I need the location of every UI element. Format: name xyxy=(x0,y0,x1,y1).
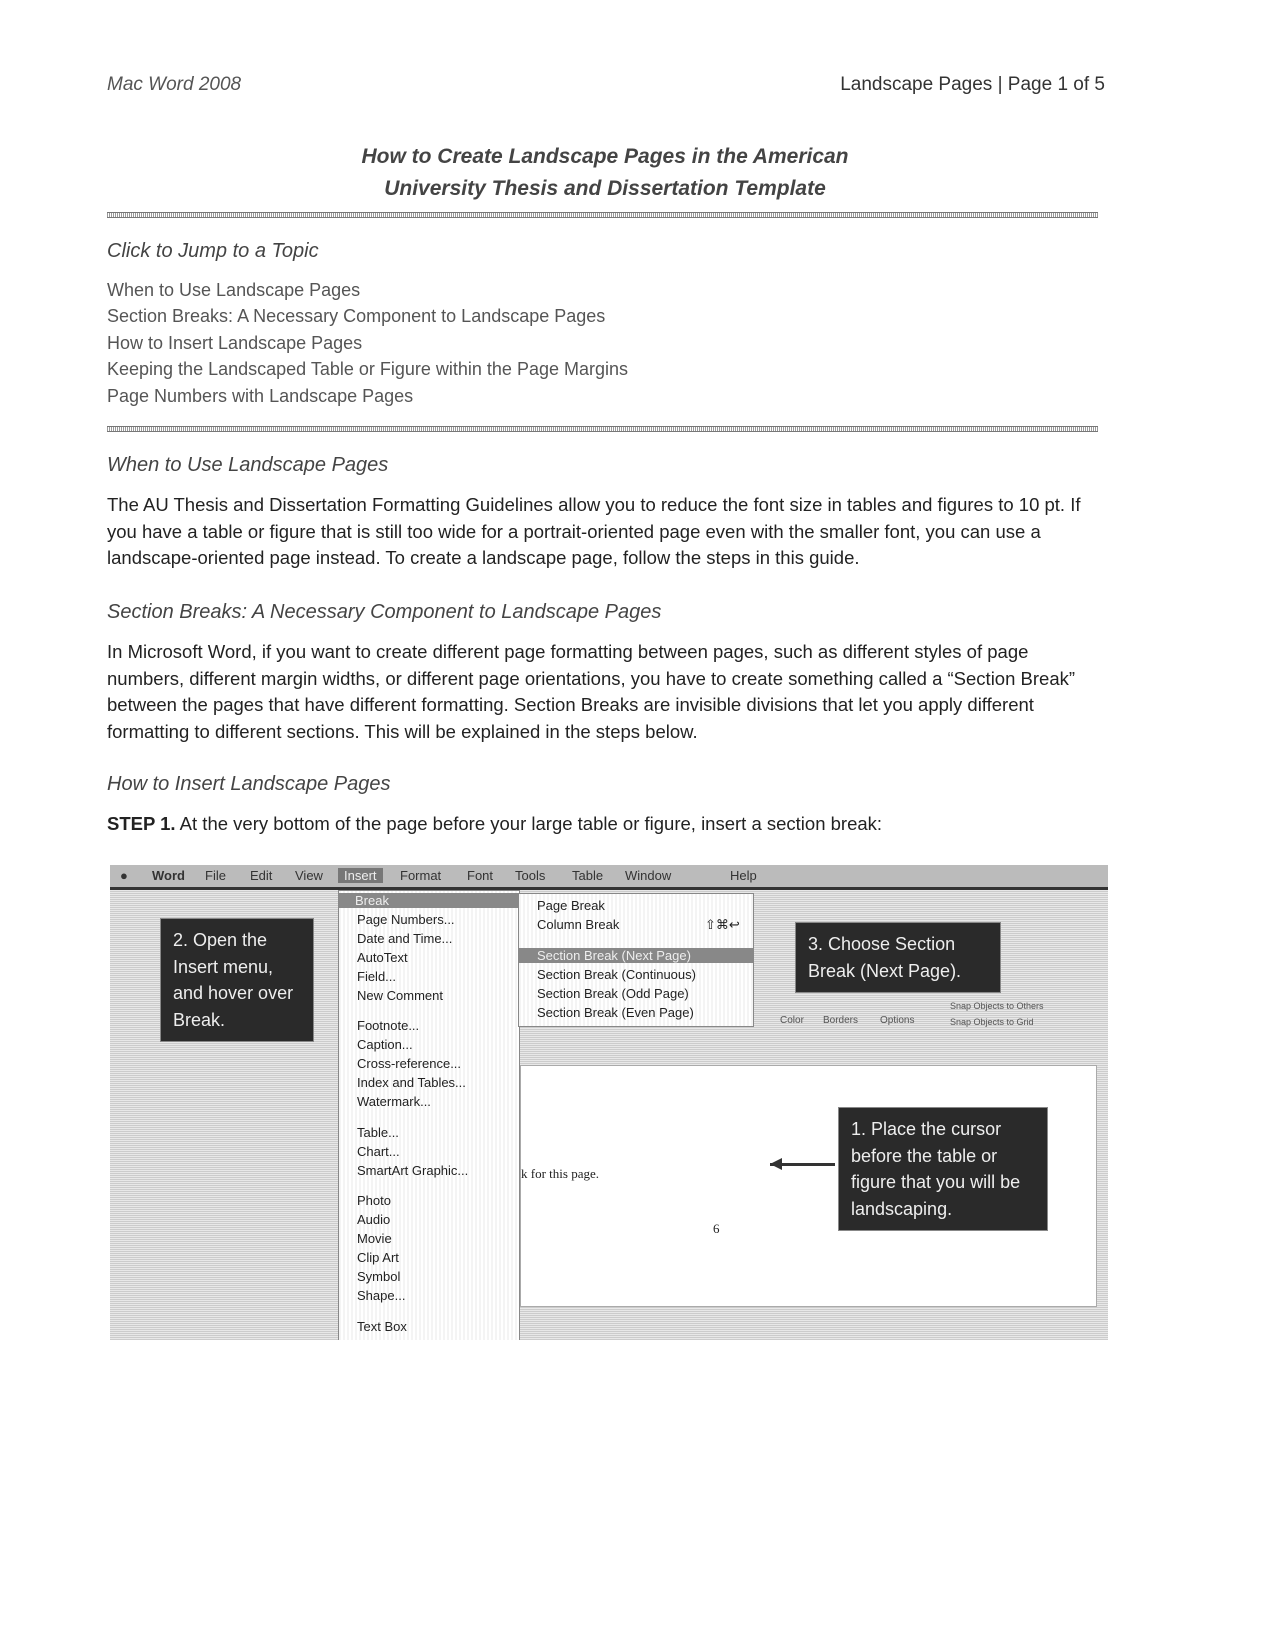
menu-item: New Comment xyxy=(357,988,443,1003)
menu-item: Watermark... xyxy=(357,1094,431,1109)
submenu-item: Column Break xyxy=(537,917,620,932)
menu-item: Table... xyxy=(357,1125,399,1140)
ribbon-label: Color xyxy=(780,1015,804,1026)
divider xyxy=(107,212,1098,218)
step-1: STEP 1. At the very bottom of the page b… xyxy=(107,811,1107,838)
header-left: Mac Word 2008 xyxy=(107,74,242,95)
menu-item: AutoText xyxy=(357,950,408,965)
menu-format: Format xyxy=(400,868,442,883)
menu-item: Chart... xyxy=(357,1144,400,1159)
menu-item: Caption... xyxy=(357,1037,413,1052)
menu-bar: ● Word File Edit View Insert Format Font… xyxy=(110,865,1108,890)
menu-help: Help xyxy=(730,868,757,883)
menu-item: Date and Time... xyxy=(357,931,453,946)
submenu-item: Section Break (Even Page) xyxy=(537,1005,694,1020)
menu-item: Page Numbers... xyxy=(357,912,455,927)
document-page: Mac Word 2008 Landscape Pages | Page 1 o… xyxy=(0,0,1275,1650)
menu-edit: Edit xyxy=(250,868,273,883)
ribbon-label: Snap Objects to Grid xyxy=(950,1017,1034,1027)
menu-item: Clip Art xyxy=(357,1250,399,1265)
menu-file: File xyxy=(205,868,226,883)
menu-item: Movie xyxy=(357,1231,392,1246)
menu-item: Footnote... xyxy=(357,1018,420,1033)
menu-table: Table xyxy=(572,868,604,883)
submenu-item: Section Break (Odd Page) xyxy=(537,986,689,1001)
ribbon-label: Snap Objects to Others xyxy=(950,1001,1044,1011)
toc-link[interactable]: When to Use Landscape Pages xyxy=(107,280,360,301)
submenu-item-next-page: Section Break (Next Page) xyxy=(519,948,753,963)
submenu-item: Page Break xyxy=(537,898,605,913)
section-text: In Microsoft Word, if you want to create… xyxy=(107,641,1076,742)
menu-item: Photo xyxy=(357,1193,391,1208)
apple-icon: ● xyxy=(120,868,128,883)
menu-font: Font xyxy=(467,868,494,883)
toc-link[interactable]: Section Breaks: A Necessary Component to… xyxy=(107,306,605,327)
menu-item-break: Break xyxy=(339,893,519,908)
menu-item: Text Box xyxy=(357,1319,407,1334)
section-heading: When to Use Landscape Pages xyxy=(107,454,389,476)
menu-window: Window xyxy=(625,868,672,883)
ribbon-label: Borders xyxy=(823,1015,859,1026)
title-line-2: University Thesis and Dissertation Templ… xyxy=(384,177,826,200)
arrow-head-icon xyxy=(770,1158,782,1170)
menu-item: SmartArt Graphic... xyxy=(357,1163,469,1178)
menu-item: Field... xyxy=(357,969,397,984)
toc-link[interactable]: Page Numbers with Landscape Pages xyxy=(107,386,413,407)
toc-heading: Click to Jump to a Topic xyxy=(107,240,319,262)
section-heading: Section Breaks: A Necessary Component to… xyxy=(107,601,662,623)
menu-item: Audio xyxy=(357,1212,391,1227)
shortcut: ⇧⌘↩ xyxy=(705,917,740,932)
menu-item: Cross-reference... xyxy=(357,1056,462,1071)
menu-word: Word xyxy=(152,868,185,883)
step-label: STEP 1. xyxy=(107,813,176,834)
callout-step-1: 1. Place the cursor before the table or … xyxy=(838,1107,1048,1231)
break-submenu: Page Break Column Break ⇧⌘↩ Section Brea… xyxy=(518,893,754,1027)
menu-item: Index and Tables... xyxy=(357,1075,466,1090)
title-line-1: How to Create Landscape Pages in the Ame… xyxy=(361,145,849,168)
section-heading: How to Insert Landscape Pages xyxy=(107,773,391,795)
callout-step-2: 2. Open the Insert menu, and hover over … xyxy=(160,918,314,1042)
insert-menu: Break Page Numbers... Date and Time... A… xyxy=(338,890,520,1340)
menu-view: View xyxy=(295,868,323,883)
submenu-item: Section Break (Continuous) xyxy=(537,967,696,982)
word-screenshot: ● Word File Edit View Insert Format Font… xyxy=(110,865,1108,1340)
header-right: Landscape Pages | Page 1 of 5 xyxy=(840,74,1105,95)
section-text: The AU Thesis and Dissertation Formattin… xyxy=(107,494,1081,568)
divider xyxy=(107,426,1098,432)
menu-item: Symbol xyxy=(357,1269,401,1284)
menu-item: Shape... xyxy=(357,1288,406,1303)
toc-link[interactable]: How to Insert Landscape Pages xyxy=(107,333,362,354)
ribbon-label: Options xyxy=(880,1015,915,1026)
page-number: 6 xyxy=(713,1221,720,1236)
menu-tools: Tools xyxy=(515,868,546,883)
step-text: At the very bottom of the page before yo… xyxy=(175,813,883,834)
menu-insert: Insert xyxy=(338,868,383,883)
callout-step-3: 3. Choose Section Break (Next Page). xyxy=(795,922,1001,993)
doc-text: k for this page. xyxy=(521,1166,599,1181)
toc-link[interactable]: Keeping the Landscaped Table or Figure w… xyxy=(107,359,628,380)
